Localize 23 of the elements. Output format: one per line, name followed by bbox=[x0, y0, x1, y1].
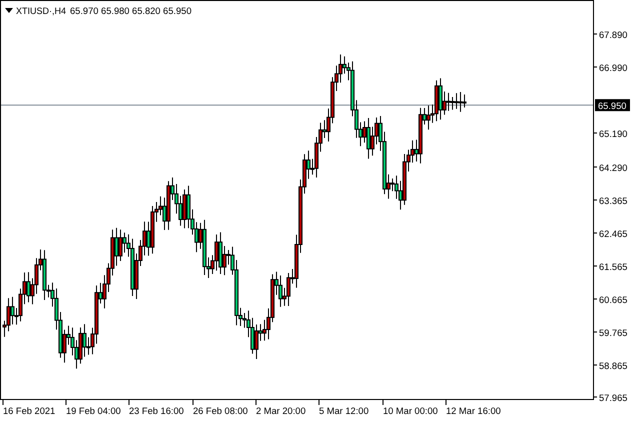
price-axis-label: 67.890 bbox=[599, 30, 628, 40]
price-axis-label: 60.665 bbox=[599, 295, 628, 305]
time-axis-label: 19 Feb 04:00 bbox=[66, 406, 121, 416]
time-axis-label: 5 Mar 12:00 bbox=[319, 406, 369, 416]
price-axis-label: 66.990 bbox=[599, 63, 628, 73]
price-axis-label: 64.290 bbox=[599, 163, 628, 173]
price-axis-label: 61.565 bbox=[599, 262, 628, 272]
current-price-label: 65.950 bbox=[595, 99, 630, 112]
price-axis-label: 59.765 bbox=[599, 328, 628, 338]
price-axis-label: 57.965 bbox=[599, 393, 628, 403]
ohlc-values: 65.970 65.980 65.820 65.950 bbox=[70, 6, 192, 16]
time-axis-label: 12 Mar 16:00 bbox=[446, 406, 501, 416]
time-axis-label: 26 Feb 08:00 bbox=[193, 406, 248, 416]
time-axis-label: 23 Feb 16:00 bbox=[129, 406, 184, 416]
time-axis-label: 10 Mar 00:00 bbox=[383, 406, 438, 416]
price-axis-label: 63.365 bbox=[599, 196, 628, 206]
symbol-label: XTIUSD·,H4 bbox=[16, 6, 68, 16]
time-axis-label: 2 Mar 20:00 bbox=[256, 406, 306, 416]
price-axis-label: 58.865 bbox=[599, 361, 628, 371]
time-axis-label: 16 Feb 2021 bbox=[3, 406, 56, 416]
dropdown-icon[interactable] bbox=[5, 8, 13, 13]
price-axis-label: 65.190 bbox=[599, 129, 628, 139]
price-axis-label: 62.465 bbox=[599, 229, 628, 239]
